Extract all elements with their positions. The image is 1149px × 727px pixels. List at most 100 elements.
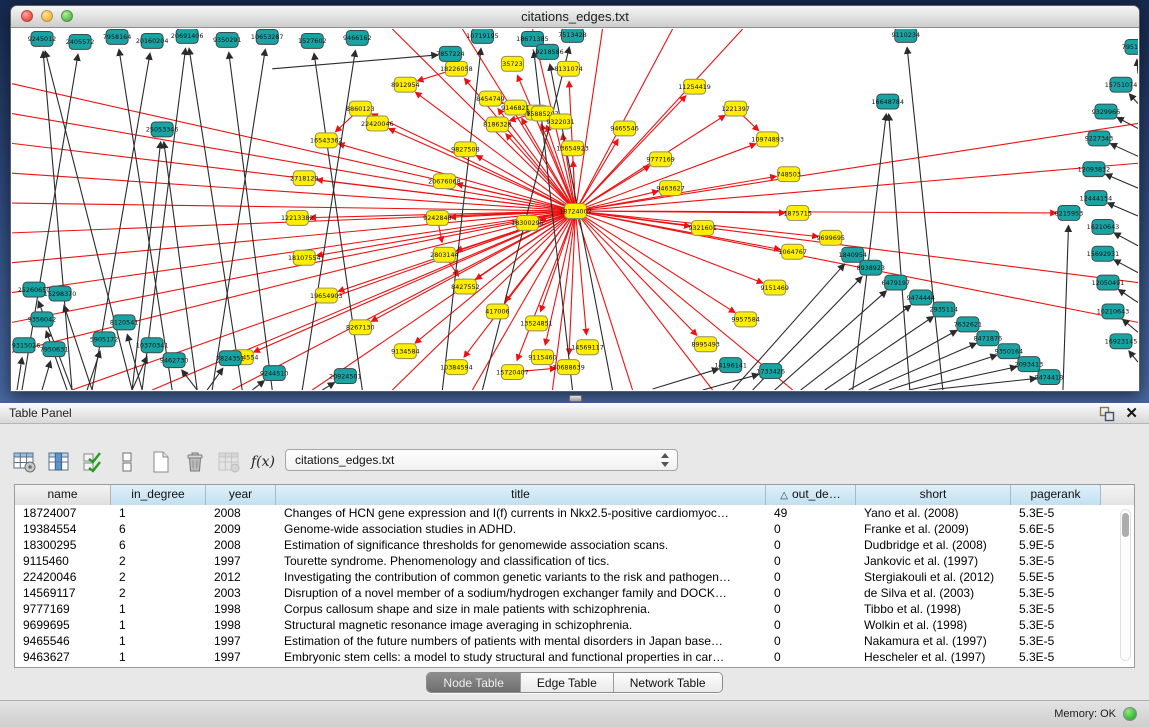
import-table-icon[interactable] [216,449,242,475]
network-node[interactable]: 8995493 [691,337,719,352]
network-node[interactable]: 18107554 [288,250,321,265]
network-edge[interactable] [229,53,272,390]
network-edge[interactable] [1129,351,1138,362]
network-node[interactable]: 10974893 [751,132,784,147]
network-node[interactable]: 9350291 [213,32,241,47]
network-node[interactable]: 8267130 [346,320,374,335]
network-node[interactable]: 748503 [776,167,800,182]
network-node[interactable]: 2718129 [290,171,318,186]
network-node[interactable]: 12213382 [281,210,314,225]
network-edge[interactable] [849,331,957,390]
network-node[interactable]: 25053346 [146,122,179,137]
network-node[interactable]: 8215953 [1055,206,1083,221]
network-edge[interactable] [1119,290,1138,303]
network-node[interactable]: 9462730 [160,353,188,368]
network-node[interactable]: 9350164 [995,344,1023,359]
network-edge[interactable] [1106,174,1138,188]
network-node[interactable]: 8131074 [554,61,582,76]
network-edge[interactable] [45,51,132,390]
network-edge[interactable] [12,211,576,352]
network-node[interactable]: 2935114 [930,302,958,317]
network-node[interactable]: 9322031 [546,114,574,129]
network-node[interactable]: 8912954 [391,77,419,92]
network-node[interactable]: 8860123 [346,101,374,116]
new-table-icon[interactable] [148,449,174,475]
network-edge[interactable] [1137,60,1138,74]
network-node[interactable]: 19654903 [310,288,343,303]
close-panel-icon[interactable]: ✕ [1125,403,1138,424]
network-node[interactable]: 12444154 [1080,191,1113,206]
network-node[interactable]: 8427552 [451,279,479,294]
network-edge[interactable] [653,369,719,389]
tab-node-table[interactable]: Node Table [427,673,521,692]
tab-edge-table[interactable]: Edge Table [521,673,614,692]
network-node[interactable]: 6479197 [882,275,910,290]
network-edge[interactable] [576,211,793,390]
toggle-rows-icon[interactable] [114,449,140,475]
column-header-name[interactable]: name [15,485,111,505]
network-node[interactable]: 9474444 [907,290,935,305]
network-node[interactable]: 8471876 [974,331,1002,346]
network-node[interactable]: 20924501 [329,369,362,384]
network-node[interactable]: 9463627 [656,181,684,196]
table-row[interactable]: 1830029562008Estimation of significance … [15,537,1134,553]
network-node[interactable]: 2093413 [1015,357,1043,372]
network-node[interactable]: 10370341 [136,338,169,353]
network-node[interactable]: 9134584 [391,344,419,359]
network-node[interactable]: 10653287 [251,29,284,44]
column-header-title[interactable]: title [276,485,766,505]
network-edge[interactable] [212,50,265,390]
network-node[interactable]: 19315026 [12,338,40,353]
network-edge[interactable] [322,383,334,390]
network-node[interactable]: 15692931 [1087,246,1120,261]
function-builder-icon[interactable]: f(x) [250,449,276,475]
memory-status-indicator[interactable] [1123,707,1137,721]
column-header-year[interactable]: year [206,485,276,505]
network-node[interactable]: 7857224 [436,46,464,61]
network-node[interactable]: 8186328 [483,117,511,132]
network-node[interactable]: 1221397 [721,101,749,116]
table-row[interactable]: 2242004622012Investigating the contribut… [15,569,1134,585]
network-node[interactable]: 8474418 [1035,370,1063,385]
network-node[interactable]: 2405572 [66,34,94,49]
network-edge[interactable] [825,317,933,390]
network-node[interactable]: 9151469 [760,280,788,295]
network-node[interactable]: 16543362 [310,133,343,148]
network-edge[interactable] [1114,233,1138,246]
network-node[interactable]: 13524851 [520,316,553,331]
network-node[interactable]: 9242848 [423,210,451,225]
network-window-titlebar[interactable]: citations_edges.txt [11,6,1139,28]
network-node[interactable]: 9321601 [688,220,716,235]
table-row[interactable]: 977716911998Corpus callosum shape and si… [15,601,1134,617]
network-node[interactable]: 10384594 [440,360,473,375]
network-node[interactable]: 15751074 [1105,77,1138,92]
table-row[interactable]: 1456911722003Disruption of a novel membe… [15,585,1134,601]
network-node[interactable]: 16923145 [1105,334,1138,349]
network-node[interactable]: 9777169 [646,152,674,167]
network-edge[interactable] [1108,203,1138,216]
table-settings-icon[interactable] [12,449,38,475]
network-node[interactable]: 7513428 [558,29,586,42]
network-node[interactable]: 14196141 [714,358,747,373]
network-node[interactable]: 18226058 [440,61,473,76]
network-edge[interactable] [42,362,50,390]
network-edge[interactable] [889,114,910,390]
tab-network-table[interactable]: Network Table [614,673,722,692]
network-edge[interactable] [1117,118,1138,129]
table-row[interactable]: 946554611997Estimation of the future num… [15,633,1134,649]
network-node[interactable]: 1064767 [778,244,806,259]
network-canvas[interactable]: 1872400781310743572318226058891295488601… [12,29,1138,390]
network-node[interactable]: 7632621 [954,317,982,332]
splitter-handle[interactable] [569,395,582,402]
network-edge[interactable] [1111,144,1138,156]
network-node[interactable]: 9827508 [451,142,479,157]
table-row[interactable]: 911546021997Tourette syndrome. Phenomeno… [15,553,1134,569]
network-edge[interactable] [576,211,697,335]
network-node[interactable]: 7951062 [1122,39,1138,54]
column-header-out_de[interactable]: △out_de… [766,485,856,505]
network-edge[interactable] [1130,94,1138,103]
column-header-in_degree[interactable]: in_degree [111,485,206,505]
table-selector-dropdown[interactable]: citations_edges.txt [285,449,678,471]
network-node[interactable]: 2803144 [430,247,458,262]
table-row[interactable]: 1872400712008Changes of HCN gene express… [15,505,1134,521]
